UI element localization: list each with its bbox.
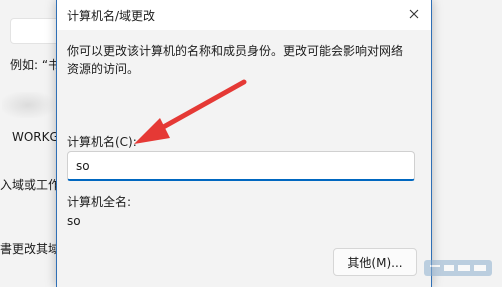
computer-name-label: 计算机名(C):	[67, 135, 137, 149]
dialog-description: 你可以更改该计算机的名称和成员身份。更改可能会影响对网络资源的访问。	[67, 44, 404, 76]
background-domain-text: 入域或工作	[0, 178, 61, 192]
full-computer-name-value: so	[67, 214, 81, 228]
dialog-titlebar[interactable]: 计算机名/域更改	[57, 0, 431, 30]
close-icon	[409, 9, 419, 19]
dialog-title: 计算机名/域更改	[67, 9, 156, 23]
background-example-text: 例如: “书	[10, 58, 61, 72]
background-change-text: 書更改其域	[0, 242, 61, 256]
full-computer-name-label: 计算机全名:	[67, 195, 132, 209]
computer-name-input[interactable]	[67, 151, 415, 181]
background-workgroup-text: WORKG	[12, 130, 59, 144]
watermark-logo	[424, 260, 492, 276]
computer-name-dialog: 计算机名/域更改 你可以更改该计算机的名称和成员身份。更改可能会影响对网络资源的…	[56, 0, 432, 287]
close-button[interactable]	[399, 0, 429, 28]
dialog-content: 你可以更改该计算机的名称和成员身份。更改可能会影响对网络资源的访问。 计算机名(…	[57, 30, 431, 287]
background-input-field	[10, 18, 60, 44]
other-button[interactable]: 其他(M)...	[333, 248, 417, 276]
background-blurred-icon	[2, 92, 54, 118]
